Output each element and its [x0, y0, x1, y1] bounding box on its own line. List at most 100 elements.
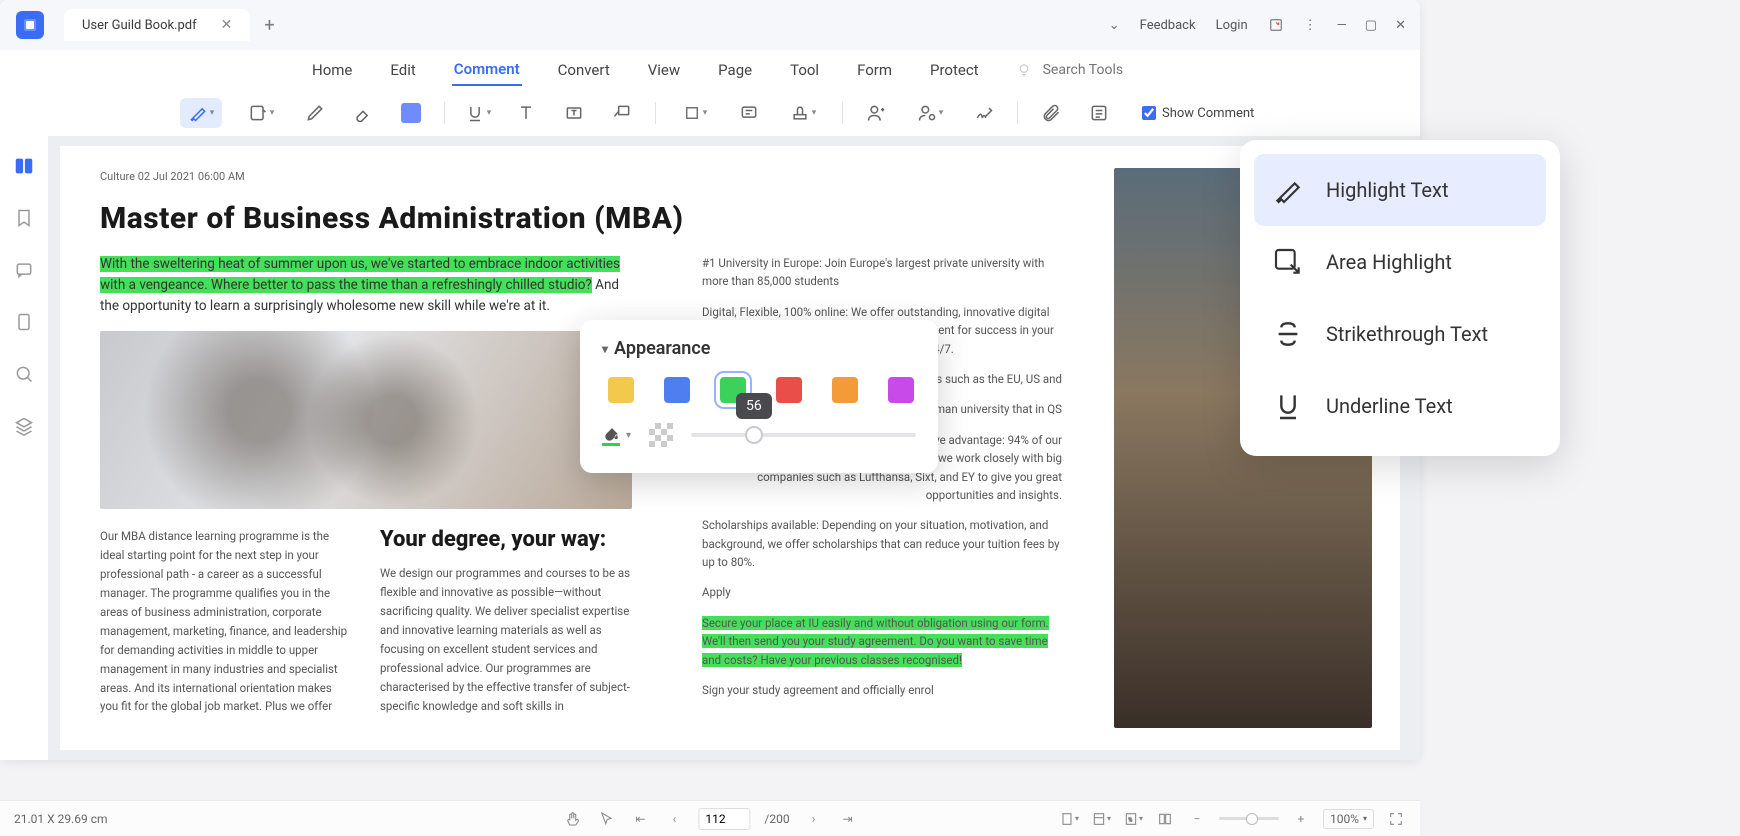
eraser-tool[interactable] — [348, 98, 378, 128]
search-tools-input[interactable] — [1043, 62, 1163, 78]
highlighted-text[interactable]: With the sweltering heat of summer upon … — [100, 256, 620, 293]
page-number-input[interactable] — [698, 808, 750, 830]
highlight-text-icon — [1270, 172, 1306, 208]
menu-form[interactable]: Form — [855, 55, 894, 85]
menu-comment[interactable]: Comment — [452, 54, 522, 86]
search-panel-icon[interactable] — [12, 362, 36, 386]
flyout-area-highlight[interactable]: Area Highlight — [1254, 226, 1546, 298]
color-swatch-tool[interactable] — [396, 98, 426, 128]
zoom-out-icon[interactable]: − — [1187, 809, 1207, 829]
menu-home[interactable]: Home — [310, 55, 354, 85]
page-total: /200 — [764, 812, 789, 826]
highlight-tool[interactable]: ▾ — [180, 98, 222, 128]
tab-title: User Guild Book.pdf — [82, 18, 197, 33]
comments-panel-icon[interactable] — [12, 258, 36, 282]
left-sidebar — [0, 136, 48, 760]
color-purple[interactable] — [888, 377, 914, 403]
maximize-button[interactable]: ▢ — [1365, 18, 1377, 33]
zoom-in-icon[interactable]: + — [1291, 809, 1311, 829]
zoom-select[interactable]: 100%▾ — [1323, 809, 1374, 829]
show-comment-checkbox[interactable] — [1142, 106, 1156, 120]
color-blue[interactable] — [664, 377, 690, 403]
user-settings-tool[interactable]: ▾ — [909, 98, 951, 128]
flyout-highlight-text[interactable]: Highlight Text — [1254, 154, 1546, 226]
col-mid-title: Your degree, your way: — [380, 527, 632, 552]
transparency-icon[interactable] — [649, 423, 673, 447]
more-menu-icon[interactable]: ⋮ — [1304, 18, 1317, 33]
reading-mode-icon[interactable] — [1155, 809, 1175, 829]
app-logo-icon — [16, 11, 44, 39]
fit-page-icon[interactable]: ▾ — [1091, 809, 1111, 829]
article-image — [100, 331, 632, 509]
menu-convert[interactable]: Convert — [556, 55, 612, 85]
lightbulb-icon — [1015, 61, 1033, 79]
opacity-value-tooltip: 56 — [736, 393, 772, 419]
show-comment-toggle[interactable]: Show Comment — [1142, 106, 1254, 121]
color-red[interactable] — [776, 377, 802, 403]
color-yellow[interactable] — [608, 377, 634, 403]
minimize-button[interactable]: — — [1337, 18, 1347, 33]
zoom-mode-icon[interactable]: %▾ — [1123, 809, 1143, 829]
flyout-label: Highlight Text — [1326, 178, 1449, 202]
thumbnails-panel-icon[interactable] — [12, 154, 36, 178]
hand-tool-icon[interactable] — [562, 809, 582, 829]
right-p6: Scholarships available: Depending on you… — [702, 516, 1062, 571]
col-mid-body: We design our programmes and courses to … — [380, 564, 632, 716]
opacity-row: ▾ 56 — [602, 423, 916, 447]
flyout-strikethrough[interactable]: Strikethrough Text — [1254, 298, 1546, 370]
next-page-icon[interactable]: › — [804, 809, 824, 829]
fill-color-dropdown[interactable]: ▾ — [602, 425, 631, 446]
menu-protect[interactable]: Protect — [928, 55, 981, 85]
textbox-tool[interactable] — [559, 98, 589, 128]
layers-panel-icon[interactable] — [12, 414, 36, 438]
chevron-down-icon[interactable]: ⌄ — [1109, 18, 1120, 33]
attachment-tool[interactable] — [1036, 98, 1066, 128]
close-button[interactable]: ✕ — [1395, 18, 1406, 33]
highlight-menu-flyout: Highlight Text Area Highlight Strikethro… — [1240, 140, 1560, 456]
intro-paragraph: With the sweltering heat of summer upon … — [100, 254, 632, 317]
sticky-note-tool[interactable] — [734, 98, 764, 128]
login-link[interactable]: Login — [1216, 18, 1248, 33]
flyout-underline[interactable]: Underline Text — [1254, 370, 1546, 442]
page-dimensions: 21.01 X 29.69 cm — [14, 812, 108, 826]
add-user-tool[interactable] — [861, 98, 891, 128]
bookmarks-panel-icon[interactable] — [12, 206, 36, 230]
attachments-panel-icon[interactable] — [12, 310, 36, 334]
signature-tool[interactable] — [969, 98, 999, 128]
callout-tool[interactable] — [607, 98, 637, 128]
color-orange[interactable] — [832, 377, 858, 403]
appearance-popup: Appearance ▾ 56 — [580, 320, 938, 473]
select-tool-icon[interactable] — [596, 809, 616, 829]
menu-page[interactable]: Page — [716, 55, 754, 85]
menu-tool[interactable]: Tool — [788, 55, 821, 85]
document-tab[interactable]: User Guild Book.pdf ✕ — [64, 9, 250, 41]
menu-view[interactable]: View — [646, 55, 682, 85]
underline-tool[interactable]: ▾ — [463, 98, 493, 128]
text-tool[interactable] — [511, 98, 541, 128]
prev-page-icon[interactable]: ‹ — [664, 809, 684, 829]
fit-width-icon[interactable]: ▾ — [1059, 809, 1079, 829]
strikethrough-icon — [1270, 316, 1306, 352]
appearance-title[interactable]: Appearance — [602, 338, 916, 359]
fullscreen-icon[interactable] — [1386, 809, 1406, 829]
statusbar: 21.01 X 29.69 cm ⇤ ‹ /200 › ⇥ ▾ ▾ %▾ − +… — [0, 800, 1420, 836]
new-tab-button[interactable]: + — [264, 15, 274, 36]
stamp-tool[interactable]: ▾ — [782, 98, 824, 128]
feedback-link[interactable]: Feedback — [1140, 18, 1196, 33]
titlebar: User Guild Book.pdf ✕ + ⌄ Feedback Login… — [0, 0, 1420, 50]
comment-toolbar: ▾ ▾ ▾ — [0, 90, 1420, 136]
share-icon[interactable] — [1268, 17, 1284, 33]
opacity-slider[interactable]: 56 — [691, 433, 916, 437]
comments-list-tool[interactable] — [1084, 98, 1114, 128]
pencil-tool[interactable] — [300, 98, 330, 128]
flyout-label: Underline Text — [1326, 394, 1453, 418]
zoom-slider[interactable] — [1219, 817, 1279, 820]
first-page-icon[interactable]: ⇤ — [630, 809, 650, 829]
menu-edit[interactable]: Edit — [388, 55, 417, 85]
slider-thumb[interactable] — [745, 426, 763, 444]
last-page-icon[interactable]: ⇥ — [838, 809, 858, 829]
note-tool[interactable]: ▾ — [240, 98, 282, 128]
right-highlighted[interactable]: Secure your place at IU easily and witho… — [702, 616, 1049, 667]
shape-tool[interactable]: ▾ — [674, 98, 716, 128]
tab-close-icon[interactable]: ✕ — [221, 17, 233, 33]
